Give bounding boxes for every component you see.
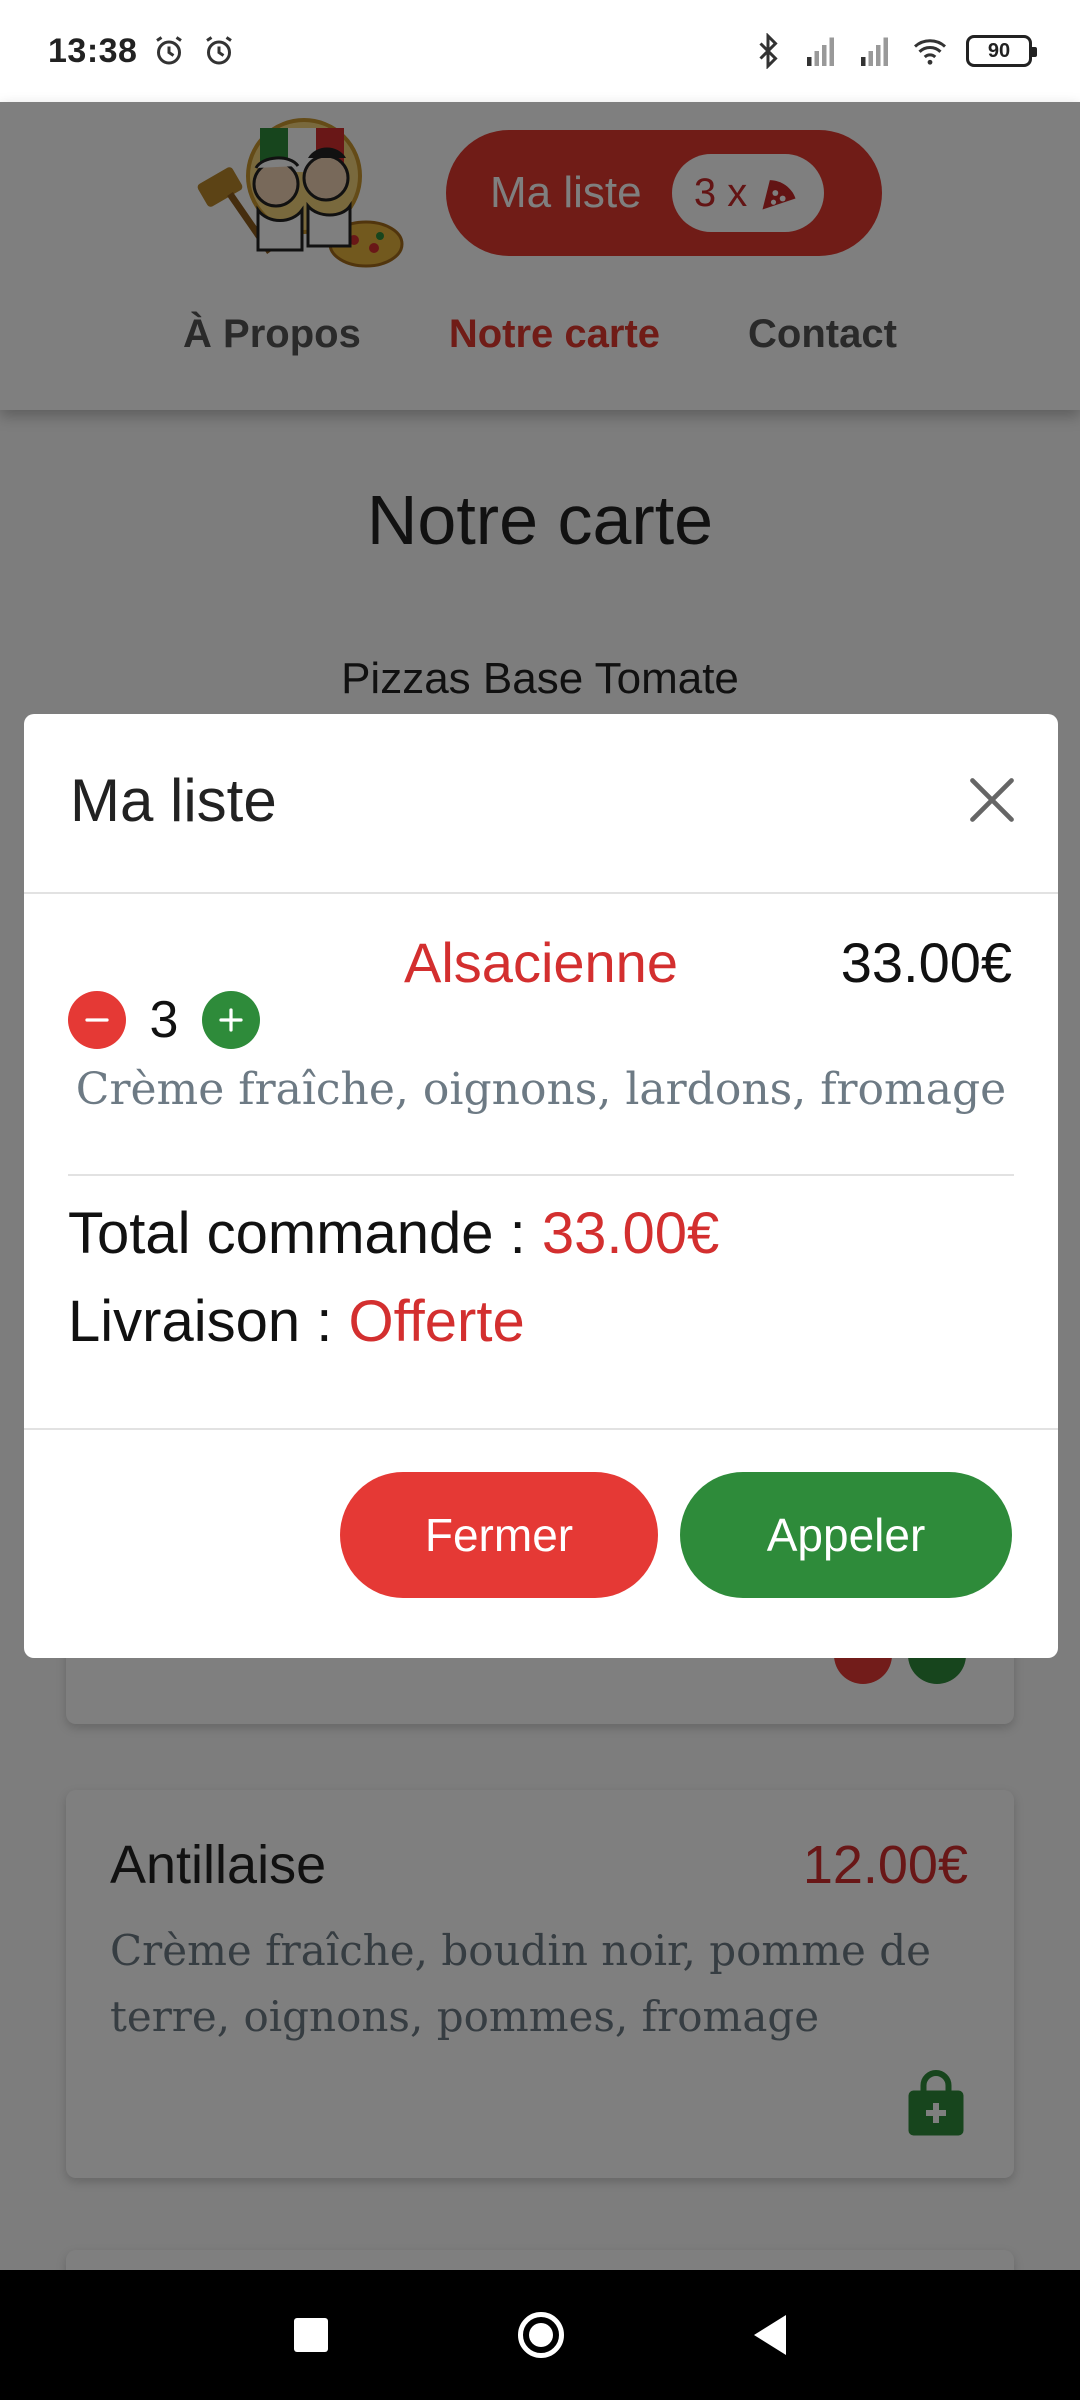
item-price: 33.00€ bbox=[840, 931, 1012, 994]
alarm-icon bbox=[156, 36, 183, 65]
item-description: Crème fraîche, oignons, lardons, fromage bbox=[75, 1064, 1007, 1115]
delivery-label: Livraison : bbox=[68, 1289, 333, 1354]
quantity-value: 3 bbox=[149, 991, 179, 1049]
call-button[interactable]: Appeler bbox=[680, 1472, 1012, 1598]
delivery-info: Livraison : Offerte bbox=[68, 1288, 525, 1355]
modal-header: Ma liste bbox=[24, 714, 1058, 894]
status-bar: 13:38 90 bbox=[0, 0, 1080, 102]
total-value: 33.00€ bbox=[541, 1201, 720, 1266]
alarm-icon bbox=[206, 36, 233, 65]
status-time: 13:38 bbox=[48, 31, 138, 70]
modal-title: Ma liste bbox=[70, 767, 277, 834]
bluetooth-icon bbox=[759, 33, 778, 69]
home-icon[interactable] bbox=[518, 2312, 564, 2358]
signal-icon bbox=[807, 37, 834, 66]
back-icon[interactable] bbox=[754, 2315, 786, 2355]
item-name: Alsacienne bbox=[404, 931, 678, 994]
minus-icon bbox=[85, 1018, 109, 1022]
wifi-icon bbox=[914, 39, 946, 65]
modal-footer: Fermer Appeler bbox=[24, 1430, 1058, 1656]
divider bbox=[68, 1174, 1014, 1176]
decrease-button[interactable] bbox=[68, 991, 126, 1049]
close-button[interactable]: Fermer bbox=[340, 1472, 658, 1598]
modal-body: 3 Alsacienne 33.00€ Crème fraîche, oigno… bbox=[24, 894, 1058, 1430]
cart-modal: Ma liste 3 Alsacienne 33.00€ Crème fraîc… bbox=[24, 714, 1058, 1658]
system-nav-bar bbox=[0, 2270, 1080, 2400]
increase-button[interactable] bbox=[202, 991, 260, 1049]
order-total: Total commande : 33.00€ bbox=[68, 1200, 719, 1267]
battery-icon: 90 bbox=[966, 35, 1037, 67]
delivery-value: Offerte bbox=[348, 1289, 525, 1354]
plus-icon bbox=[219, 1008, 243, 1032]
quantity-stepper: 3 bbox=[68, 990, 260, 1050]
battery-level: 90 bbox=[987, 39, 1011, 62]
close-icon[interactable] bbox=[966, 774, 1018, 826]
signal-icon bbox=[861, 37, 888, 66]
recents-icon[interactable] bbox=[294, 2318, 328, 2352]
total-label: Total commande : bbox=[68, 1201, 526, 1266]
